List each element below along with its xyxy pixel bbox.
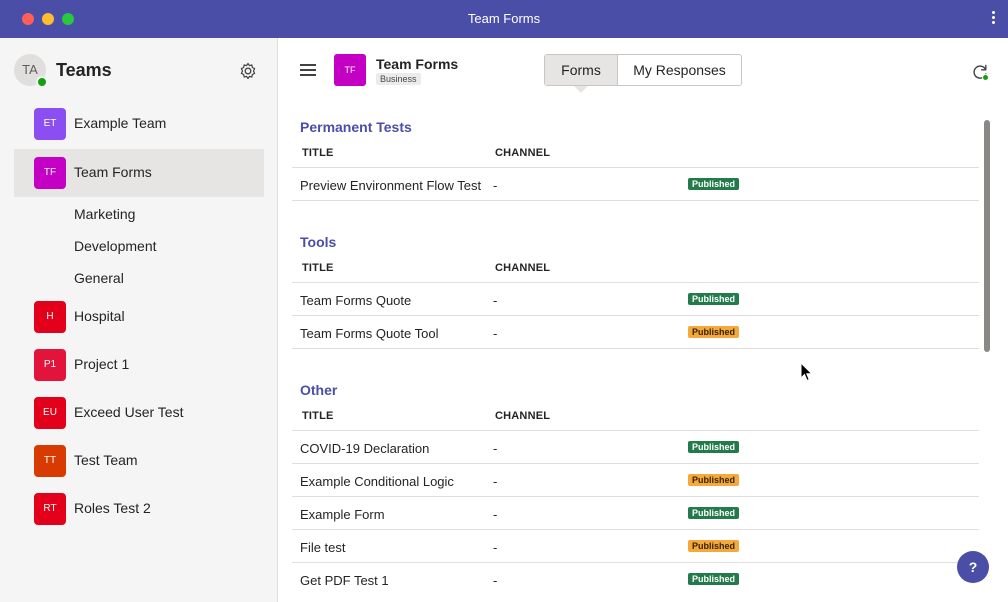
sidebar-title: Teams: [56, 60, 112, 80]
row-channel: -: [493, 573, 498, 588]
column-header-channel[interactable]: CHANNEL: [495, 262, 550, 274]
section-title: Permanent Tests: [300, 119, 412, 135]
app-avatar: TF: [334, 54, 366, 86]
main-content: TF Team Forms Business Forms My Response…: [278, 38, 1008, 602]
status-badge: Published: [688, 178, 740, 190]
row-channel: -: [493, 540, 498, 555]
row-channel: -: [493, 326, 498, 341]
team-avatar: H: [34, 301, 66, 333]
column-header-title[interactable]: TITLE: [302, 410, 334, 422]
tab-my-responses[interactable]: My Responses: [618, 55, 741, 85]
divider: [292, 282, 979, 283]
window-title: Team Forms: [467, 11, 541, 26]
menu-icon[interactable]: [300, 64, 316, 76]
title-bar: Team Forms: [0, 0, 1008, 38]
row-title: Preview Environment Flow Test: [300, 178, 482, 193]
team-avatar: EU: [34, 397, 66, 429]
sidebar-item-label: Roles Test 2: [74, 500, 151, 516]
plan-badge: Business: [376, 73, 421, 85]
active-tab-caret: [574, 86, 588, 93]
view-switcher: Forms My Responses: [544, 54, 742, 86]
row-title: COVID-19 Declaration: [300, 441, 430, 456]
sidebar: TA Teams ET Example Team TF Team Forms M…: [0, 38, 278, 602]
help-button[interactable]: ?: [957, 551, 989, 583]
sidebar-item-project-1[interactable]: P1 Project 1: [14, 341, 264, 389]
divider: [292, 496, 979, 497]
sidebar-item-team-forms[interactable]: TF Team Forms: [14, 149, 264, 197]
team-avatar: ET: [34, 108, 66, 140]
avatar[interactable]: TA: [14, 54, 48, 88]
sidebar-item-label: Team Forms: [74, 164, 152, 180]
channel-item-marketing[interactable]: Marketing: [74, 206, 135, 222]
divider: [292, 562, 979, 563]
status-badge: Published: [688, 326, 740, 338]
column-header-channel[interactable]: CHANNEL: [495, 147, 550, 159]
sidebar-item-label: Test Team: [74, 452, 138, 468]
sidebar-item-label: Exceed User Test: [74, 404, 184, 420]
column-header-title[interactable]: TITLE: [302, 262, 334, 274]
sidebar-item-label: Example Team: [74, 115, 167, 131]
status-badge: Published: [688, 474, 740, 486]
sidebar-item-exceed-user-test[interactable]: EU Exceed User Test: [14, 389, 264, 437]
row-title: Example Form: [300, 507, 385, 522]
divider: [292, 463, 979, 464]
mouse-pointer-icon: [800, 362, 814, 382]
team-avatar: P1: [34, 349, 66, 381]
row-title: Example Conditional Logic: [300, 474, 454, 489]
row-title: Team Forms Quote Tool: [300, 326, 439, 341]
channel-item-general[interactable]: General: [74, 270, 124, 286]
sidebar-item-label: Project 1: [74, 356, 130, 372]
divider: [292, 167, 979, 168]
column-header-channel[interactable]: CHANNEL: [495, 410, 550, 422]
divider: [292, 348, 979, 349]
row-channel: -: [493, 507, 498, 522]
divider: [292, 315, 979, 316]
app-name: Team Forms: [376, 56, 459, 72]
gear-icon[interactable]: [238, 61, 258, 81]
divider: [292, 430, 979, 431]
status-badge: Published: [688, 573, 740, 585]
row-title: Get PDF Test 1: [300, 573, 389, 588]
status-badge: Published: [688, 441, 740, 453]
row-channel: -: [493, 178, 498, 193]
channel-item-development[interactable]: Development: [74, 238, 157, 254]
sidebar-item-example-team[interactable]: ET Example Team: [14, 100, 264, 148]
refresh-icon[interactable]: [970, 62, 990, 82]
row-title: File test: [300, 540, 346, 555]
avatar-initials: TA: [22, 62, 38, 77]
sidebar-item-label: Hospital: [74, 308, 125, 324]
row-channel: -: [493, 441, 498, 456]
team-avatar: TT: [34, 445, 66, 477]
status-badge: Published: [688, 540, 740, 552]
sidebar-item-hospital[interactable]: H Hospital: [14, 293, 264, 341]
divider: [292, 529, 979, 530]
sidebar-item-roles-test-2[interactable]: RT Roles Test 2: [14, 485, 264, 533]
row-channel: -: [493, 293, 498, 308]
vertical-scrollbar[interactable]: [984, 120, 990, 352]
team-avatar: RT: [34, 493, 66, 525]
section-title: Tools: [300, 234, 337, 250]
column-header-title[interactable]: TITLE: [302, 147, 334, 159]
row-title: Team Forms Quote: [300, 293, 412, 308]
tab-forms[interactable]: Forms: [545, 55, 618, 85]
divider: [292, 200, 979, 201]
team-avatar: TF: [34, 157, 66, 189]
more-options-icon[interactable]: [990, 10, 996, 28]
presence-available-icon: [36, 76, 48, 88]
status-badge: Published: [688, 293, 740, 305]
section-title: Other: [300, 382, 338, 398]
row-channel: -: [493, 474, 498, 489]
sidebar-item-test-team[interactable]: TT Test Team: [14, 437, 264, 485]
status-badge: Published: [688, 507, 740, 519]
